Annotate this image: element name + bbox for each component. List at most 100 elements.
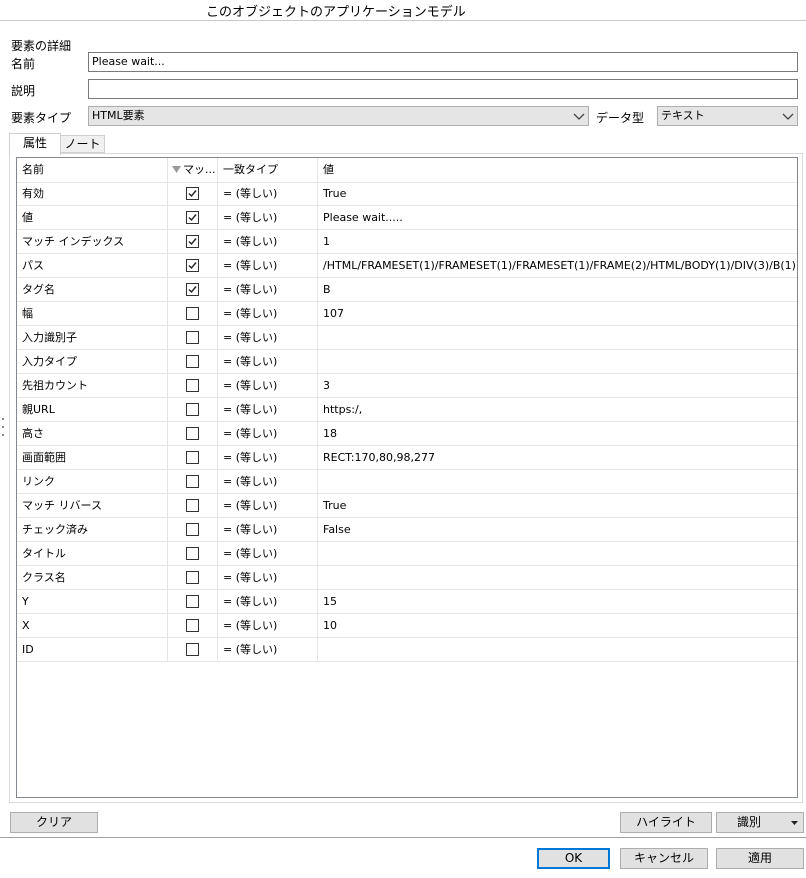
data-type-select[interactable]: テキスト xyxy=(657,106,798,126)
table-row[interactable]: Y = (等しい) 15 xyxy=(17,590,797,614)
attribute-value-cell[interactable]: 1 xyxy=(318,230,797,253)
match-type-cell[interactable]: = (等しい) xyxy=(218,422,318,445)
match-checkbox[interactable] xyxy=(186,331,199,344)
column-header-match-type[interactable]: 一致タイプ xyxy=(218,158,318,182)
element-type-select[interactable]: HTML要素 xyxy=(88,106,589,126)
tab-notes[interactable]: ノート xyxy=(60,135,105,153)
name-field[interactable]: Please wait... xyxy=(88,52,798,72)
identify-button[interactable]: 識別 xyxy=(716,812,804,833)
table-row[interactable]: ID = (等しい) xyxy=(17,638,797,662)
match-type-cell[interactable]: = (等しい) xyxy=(218,254,318,277)
match-checkbox[interactable] xyxy=(186,547,199,560)
table-row[interactable]: 値 = (等しい) Please wait..... xyxy=(17,206,797,230)
match-checkbox[interactable] xyxy=(186,643,199,656)
match-checkbox[interactable] xyxy=(186,619,199,632)
match-type-cell[interactable]: = (等しい) xyxy=(218,326,318,349)
ok-button[interactable]: OK xyxy=(537,848,610,869)
table-row[interactable]: パス = (等しい)/HTML/FRAMESET(1)/FRAMESET(1)/F… xyxy=(17,254,797,278)
attribute-value-cell[interactable] xyxy=(318,638,797,661)
match-type-cell[interactable]: = (等しい) xyxy=(218,542,318,565)
attribute-value-cell[interactable] xyxy=(318,350,797,373)
attributes-grid[interactable]: 名前 マッ... 一致タイプ 値 有効 = (等しい) True 値 = (等しい) Pl… xyxy=(16,157,798,798)
table-row[interactable]: 入力識別子 = (等しい) xyxy=(17,326,797,350)
table-row[interactable]: クラス名 = (等しい) xyxy=(17,566,797,590)
match-checkbox[interactable] xyxy=(186,259,199,272)
match-checkbox[interactable] xyxy=(186,235,199,248)
attribute-value-cell[interactable]: 18 xyxy=(318,422,797,445)
match-checkbox[interactable] xyxy=(186,595,199,608)
match-checkbox[interactable] xyxy=(186,283,199,296)
table-row[interactable]: マッチ リバース = (等しい) True xyxy=(17,494,797,518)
match-type-cell[interactable]: = (等しい) xyxy=(218,494,318,517)
column-header-match[interactable]: マッ... xyxy=(168,158,218,182)
match-type-cell[interactable]: = (等しい) xyxy=(218,614,318,637)
table-row[interactable]: X = (等しい) 10 xyxy=(17,614,797,638)
cancel-button[interactable]: キャンセル xyxy=(620,848,708,869)
match-checkbox[interactable] xyxy=(186,475,199,488)
table-row[interactable]: マッチ インデックス = (等しい) 1 xyxy=(17,230,797,254)
splitter-grip[interactable] xyxy=(2,418,4,420)
match-checkbox[interactable] xyxy=(186,499,199,512)
column-header-value[interactable]: 値 xyxy=(318,158,797,182)
match-checkbox[interactable] xyxy=(186,427,199,440)
match-type-cell[interactable]: = (等しい) xyxy=(218,302,318,325)
match-type-cell[interactable]: = (等しい) xyxy=(218,182,318,205)
attribute-value-cell[interactable]: False xyxy=(318,518,797,541)
match-type-cell[interactable]: = (等しい) xyxy=(218,278,318,301)
apply-button[interactable]: 適用 xyxy=(716,848,804,869)
attribute-value-cell[interactable]: RECT:170,80,98,277 xyxy=(318,446,797,469)
attribute-value-cell[interactable]: True xyxy=(318,494,797,517)
match-type-cell[interactable]: = (等しい) xyxy=(218,638,318,661)
match-checkbox[interactable] xyxy=(186,571,199,584)
match-checkbox[interactable] xyxy=(186,451,199,464)
column-header-name[interactable]: 名前 xyxy=(17,158,168,182)
description-field[interactable] xyxy=(88,79,798,99)
attribute-value-cell[interactable]: True xyxy=(318,182,797,205)
attribute-value-cell[interactable]: B xyxy=(318,278,797,301)
table-row[interactable]: 入力タイプ = (等しい) xyxy=(17,350,797,374)
splitter-grip[interactable] xyxy=(2,426,4,428)
attribute-value-cell[interactable]: 3 xyxy=(318,374,797,397)
table-row[interactable]: タグ名 = (等しい) B xyxy=(17,278,797,302)
table-row[interactable]: 幅 = (等しい) 107 xyxy=(17,302,797,326)
match-checkbox[interactable] xyxy=(186,307,199,320)
match-type-cell[interactable]: = (等しい) xyxy=(218,206,318,229)
match-checkbox[interactable] xyxy=(186,403,199,416)
table-row[interactable]: タイトル = (等しい) xyxy=(17,542,797,566)
splitter-grip[interactable] xyxy=(2,434,4,436)
attribute-value-cell[interactable]: 107 xyxy=(318,302,797,325)
clear-button[interactable]: クリア xyxy=(10,812,98,833)
tab-attributes[interactable]: 属性 xyxy=(9,133,61,155)
attribute-value-cell[interactable] xyxy=(318,326,797,349)
table-row[interactable]: リンク = (等しい) xyxy=(17,470,797,494)
match-type-cell[interactable]: = (等しい) xyxy=(218,590,318,613)
match-type-cell[interactable]: = (等しい) xyxy=(218,518,318,541)
table-row[interactable]: チェック済み = (等しい) False xyxy=(17,518,797,542)
match-type-cell[interactable]: = (等しい) xyxy=(218,446,318,469)
attribute-value-cell[interactable] xyxy=(318,566,797,589)
match-type-cell[interactable]: = (等しい) xyxy=(218,398,318,421)
attribute-value-cell[interactable]: Please wait..... xyxy=(318,206,797,229)
attribute-value-cell[interactable]: https:/, xyxy=(318,398,797,421)
attribute-value-cell[interactable]: 15 xyxy=(318,590,797,613)
match-type-cell[interactable]: = (等しい) xyxy=(218,350,318,373)
attribute-value-cell[interactable] xyxy=(318,542,797,565)
attribute-value-cell[interactable]: 10 xyxy=(318,614,797,637)
match-type-cell[interactable]: = (等しい) xyxy=(218,374,318,397)
match-type-cell[interactable]: = (等しい) xyxy=(218,566,318,589)
table-row[interactable]: 先祖カウント = (等しい) 3 xyxy=(17,374,797,398)
table-row[interactable]: 画面範囲 = (等しい) RECT:170,80,98,277 xyxy=(17,446,797,470)
highlight-button[interactable]: ハイライト xyxy=(620,812,712,833)
match-type-cell[interactable]: = (等しい) xyxy=(218,470,318,493)
attribute-value-cell[interactable] xyxy=(318,470,797,493)
match-checkbox[interactable] xyxy=(186,187,199,200)
table-row[interactable]: 親URL = (等しい) https:/, xyxy=(17,398,797,422)
table-row[interactable]: 有効 = (等しい) True xyxy=(17,182,797,206)
caret-down-icon[interactable] xyxy=(791,821,798,825)
match-checkbox[interactable] xyxy=(186,379,199,392)
attribute-value-cell[interactable]: /HTML/FRAMESET(1)/FRAMESET(1)/FRAMESET(1… xyxy=(318,254,797,277)
match-checkbox[interactable] xyxy=(186,211,199,224)
match-checkbox[interactable] xyxy=(186,355,199,368)
table-row[interactable]: 高さ = (等しい) 18 xyxy=(17,422,797,446)
match-checkbox[interactable] xyxy=(186,523,199,536)
